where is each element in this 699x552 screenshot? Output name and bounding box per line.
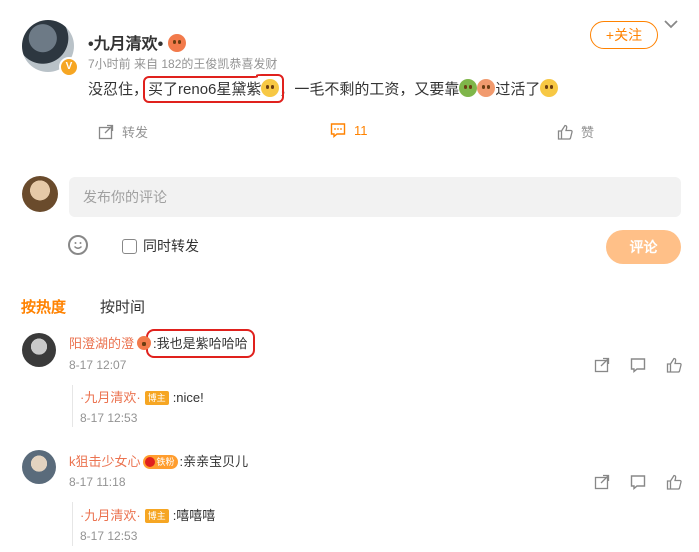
- follow-button[interactable]: +关注: [590, 21, 658, 49]
- reply-item: ·九月清欢· 博主:nice!: [80, 387, 204, 407]
- tab-sort-hot[interactable]: 按热度: [21, 296, 66, 317]
- author-badge: 博主: [144, 509, 169, 523]
- like-button[interactable]: 赞: [557, 122, 594, 141]
- highlighted-text: 买了reno6星黛紫: [143, 76, 285, 103]
- tab-sort-time[interactable]: 按时间: [100, 296, 145, 317]
- comment-button[interactable]: 11: [330, 122, 368, 138]
- reply-time: 8-17 12:53: [80, 529, 138, 543]
- reply-divider: [72, 502, 73, 546]
- comment-reply-icon[interactable]: [630, 474, 646, 495]
- comment-time: 8-17 11:18: [69, 475, 126, 489]
- comment-text: :亲亲宝贝儿: [179, 454, 249, 469]
- shocked-emoji-icon: [261, 79, 280, 97]
- current-user-avatar: [22, 176, 58, 212]
- comment-count: 11: [354, 122, 368, 138]
- submit-comment-button[interactable]: 评论: [606, 230, 681, 264]
- comment-time: 8-17 12:07: [69, 358, 127, 372]
- comment-text: :我也是紫哈哈哈: [146, 329, 255, 358]
- member-crown-icon: [137, 336, 152, 350]
- reply-author[interactable]: ·九月清欢·: [80, 390, 141, 405]
- comment-icon: [330, 123, 346, 138]
- comment-item: 阳澄湖的澄 :我也是紫哈哈哈: [69, 329, 255, 358]
- peach-emoji-icon: [477, 79, 496, 97]
- comment-reply-icon[interactable]: [630, 357, 646, 378]
- repost-icon: [98, 124, 114, 139]
- commenter-avatar[interactable]: [22, 333, 56, 367]
- sad-emoji-icon: [540, 79, 559, 97]
- author-badge: 博主: [144, 391, 169, 405]
- author-name[interactable]: •九月清欢•: [88, 30, 186, 54]
- frog-emoji-icon: [459, 79, 478, 97]
- member-crown-icon: [167, 34, 186, 52]
- also-repost-checkbox[interactable]: [122, 239, 137, 254]
- reply-divider: [72, 385, 73, 427]
- reply-text: :nice!: [172, 390, 204, 405]
- commenter-name[interactable]: k狙击少女心: [69, 454, 141, 469]
- verified-badge-icon: V: [59, 57, 79, 77]
- comment-repost-icon[interactable]: [594, 474, 610, 495]
- comment-like-icon[interactable]: [666, 474, 682, 495]
- comment-input[interactable]: 发布你的评论: [69, 177, 681, 217]
- comment-like-icon[interactable]: [666, 357, 682, 378]
- thumbs-up-icon: [557, 124, 573, 140]
- post-meta: 7小时前 来自 182的王俊凯恭喜发财: [88, 57, 278, 71]
- commenter-avatar[interactable]: [22, 450, 56, 484]
- fan-badge: 铁粉: [142, 455, 178, 469]
- comment-item: k狙击少女心 铁粉:亲亲宝贝儿: [69, 451, 248, 471]
- chevron-down-icon[interactable]: [664, 16, 678, 32]
- reply-author[interactable]: ·九月清欢·: [80, 508, 141, 523]
- repost-button[interactable]: 转发: [98, 122, 148, 141]
- post-body: 没忍住，买了reno6星黛紫 ，一毛不剩的工资，又要靠 过活了: [88, 76, 559, 103]
- comment-repost-icon[interactable]: [594, 357, 610, 378]
- also-repost-label: 同时转发: [143, 238, 199, 254]
- emoji-picker-icon[interactable]: [68, 235, 88, 255]
- reply-item: ·九月清欢· 博主:嘻嘻嘻: [80, 505, 215, 525]
- reply-time: 8-17 12:53: [80, 411, 138, 425]
- commenter-name[interactable]: 阳澄湖的澄: [69, 336, 134, 351]
- reply-text: :嘻嘻嘻: [172, 508, 216, 523]
